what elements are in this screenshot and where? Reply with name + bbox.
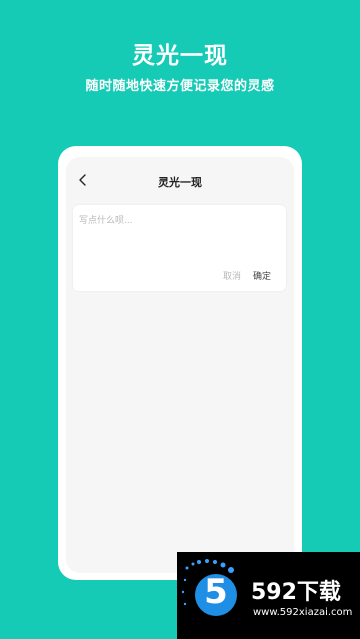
- watermark-logo: 5 592下载 www.592xiazai.com: [177, 552, 360, 639]
- watermark-brand: 592下载: [251, 580, 341, 605]
- watermark-url: www.592xiazai.com: [253, 607, 353, 618]
- nav-bar: 灵光一现: [66, 157, 294, 203]
- hero-subtitle: 随时随地快速方便记录您的灵感: [85, 79, 275, 94]
- cancel-button[interactable]: 取消: [223, 269, 241, 282]
- confirm-button[interactable]: 确定: [253, 269, 271, 282]
- phone-frame: 灵光一现 取消 确定: [58, 146, 302, 580]
- badge-number: 5: [204, 572, 228, 612]
- nav-title: 灵光一现: [158, 176, 202, 189]
- note-input[interactable]: [79, 213, 279, 261]
- note-card: 取消 确定: [73, 205, 286, 291]
- app-screen: 灵光一现 取消 确定: [66, 157, 294, 573]
- hero-title: 灵光一现: [132, 43, 228, 69]
- promo-page: 灵光一现 随时随地快速方便记录您的灵感 灵光一现 取消 确定: [0, 0, 360, 639]
